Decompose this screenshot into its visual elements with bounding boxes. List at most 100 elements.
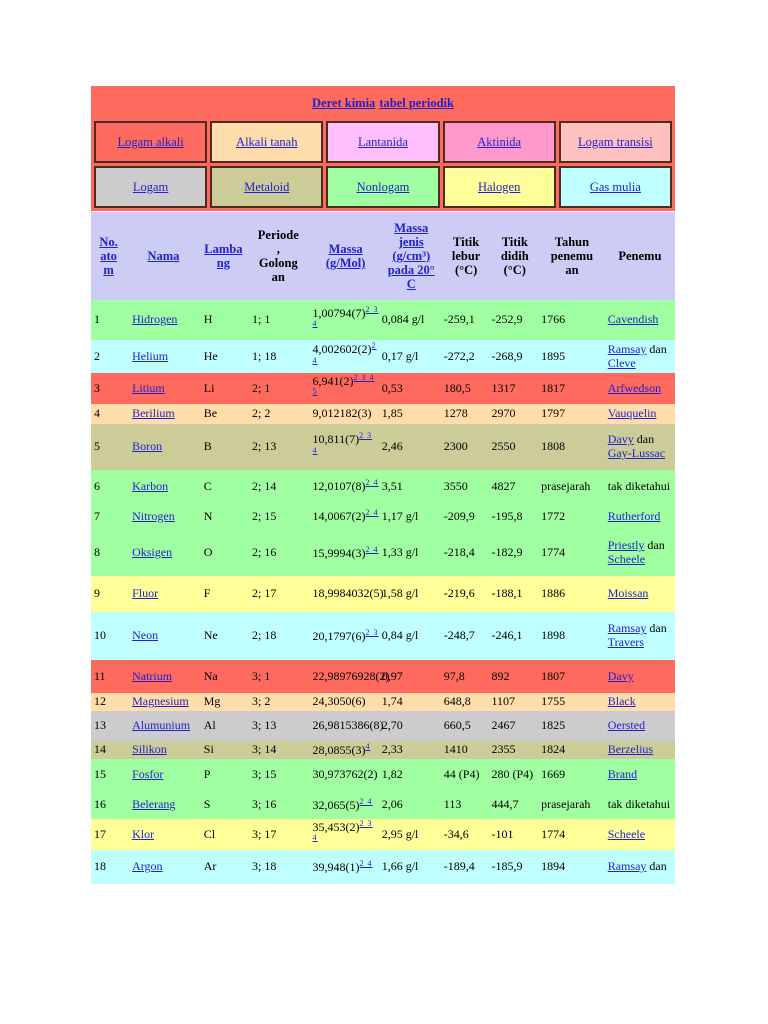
- column-header-line: C: [383, 277, 440, 291]
- legend-cell-logam[interactable]: Logam: [94, 166, 208, 208]
- reference-superscript[interactable]: 2 4: [360, 859, 373, 868]
- cell-massajenis: 1,85: [381, 406, 403, 421]
- cell-lambang: Cl: [203, 826, 216, 841]
- reference-superscript[interactable]: 2 4: [360, 797, 373, 806]
- legend-link-gas-mulia[interactable]: Gas mulia: [590, 180, 641, 194]
- title-link-tabel-periodik[interactable]: tabel periodik: [379, 96, 454, 110]
- column-header-link[interactable]: Nama: [147, 249, 179, 263]
- legend-link-lantanida[interactable]: Lantanida: [358, 135, 408, 149]
- reference-superscript[interactable]: 2 4: [366, 545, 379, 554]
- cell-massajenis: 2,46: [381, 439, 403, 454]
- discoverer-link[interactable]: Ramsay: [608, 859, 647, 873]
- discoverer-link[interactable]: Rutherford: [608, 509, 661, 523]
- discoverer-link[interactable]: Berzelius: [608, 742, 653, 756]
- legend-cell-logam-transisi[interactable]: Logam transisi: [558, 121, 672, 163]
- discoverer-link[interactable]: Ramsay: [608, 342, 647, 356]
- discoverer-link[interactable]: Travers: [608, 635, 644, 649]
- legend-link-nonlogam[interactable]: Nonlogam: [357, 180, 410, 194]
- atomic-mass-value: 6,941(2): [312, 374, 354, 388]
- legend-cell-metaloid[interactable]: Metaloid: [210, 166, 324, 208]
- table-row: 13 Alumunium Al 3; 13 26,9815386(8) 2,70 660,5…: [91, 710, 675, 741]
- discoverer-link[interactable]: Gay-Lussac: [608, 446, 665, 460]
- column-header-link[interactable]: (g/cm³): [392, 249, 430, 263]
- legend-link-aktinida[interactable]: Aktinida: [477, 135, 521, 149]
- element-name-link[interactable]: Argon: [132, 859, 162, 873]
- element-name-link[interactable]: Klor: [132, 827, 154, 841]
- discoverer-link[interactable]: Scheele: [608, 552, 645, 566]
- cell-penemu: Rutherford: [605, 503, 675, 530]
- element-name-link[interactable]: Karbon: [132, 479, 168, 493]
- element-name-link[interactable]: Fluor: [132, 586, 158, 600]
- atomic-mass-value: 28,0855(3): [312, 742, 366, 757]
- cell-nama: Nitrogen: [126, 503, 201, 530]
- column-header-link[interactable]: C: [407, 277, 416, 291]
- cell-no: 14: [94, 742, 106, 757]
- discoverer-link[interactable]: Black: [608, 694, 636, 708]
- discoverer-link[interactable]: Ramsay: [608, 621, 647, 635]
- reference-superscript[interactable]: 2 4: [366, 478, 379, 487]
- element-name-link[interactable]: Litium: [132, 381, 165, 395]
- element-name-link[interactable]: Fosfor: [132, 767, 163, 781]
- legend-cell-lantanida[interactable]: Lantanida: [326, 121, 440, 163]
- discoverer-link[interactable]: Davy: [608, 432, 634, 446]
- discoverer-link[interactable]: Arfwedson: [608, 381, 661, 395]
- legend-cell-aktinida[interactable]: Aktinida: [442, 121, 556, 163]
- column-header-link[interactable]: pada 20°: [388, 263, 435, 277]
- discoverer-link[interactable]: Cavendish: [608, 312, 659, 326]
- element-name-link[interactable]: Helium: [132, 349, 168, 363]
- cell-didih: -101: [491, 826, 514, 841]
- column-header-link[interactable]: ng: [217, 256, 230, 270]
- column-header-link[interactable]: (g/Mol): [326, 256, 366, 270]
- column-header-link[interactable]: No.: [99, 235, 117, 249]
- reference-superscript[interactable]: 2 3: [366, 628, 379, 637]
- column-header-link[interactable]: Massa: [329, 242, 363, 256]
- element-name-link[interactable]: Silikon: [132, 742, 167, 756]
- title-link-deret-kimia[interactable]: Deret kimia: [312, 96, 375, 110]
- discoverer-link[interactable]: Cleve: [608, 356, 636, 370]
- cell-lebur: -272,2: [443, 348, 475, 363]
- reference-superscript[interactable]: 2 4: [366, 508, 379, 517]
- cell-nama: Natrium: [126, 660, 201, 693]
- element-name-link[interactable]: Neon: [132, 628, 158, 642]
- element-name-link[interactable]: Natrium: [132, 669, 172, 683]
- element-name-link[interactable]: Nitrogen: [132, 509, 175, 523]
- reference-superscript[interactable]: 4: [366, 742, 371, 751]
- table-row: 3 Litium Li 2; 1 6,941(2)2 3 4 5 0,53 180,5 131…: [91, 373, 675, 404]
- cell-massa: 14,0067(2)2 4: [311, 503, 381, 530]
- cell-penemu: Berzelius: [605, 741, 675, 759]
- discoverer-link[interactable]: Brand: [608, 767, 637, 781]
- discoverer-link[interactable]: Scheele: [608, 827, 645, 841]
- column-header-link[interactable]: Massa: [394, 221, 428, 235]
- legend-link-halogen[interactable]: Halogen: [478, 180, 520, 194]
- discoverer-link[interactable]: Oersted: [608, 718, 645, 732]
- element-name-link[interactable]: Oksigen: [132, 545, 172, 559]
- cell-lebur: -219,6: [443, 586, 475, 601]
- column-header-link[interactable]: ato: [100, 249, 117, 263]
- legend-link-logam-alkali[interactable]: Logam alkali: [117, 135, 183, 149]
- legend-cell-alkali-tanah[interactable]: Alkali tanah: [210, 121, 324, 163]
- column-header-link[interactable]: jenis: [399, 235, 424, 249]
- legend-link-logam[interactable]: Logam: [133, 180, 168, 194]
- legend-cell-gas-mulia[interactable]: Gas mulia: [558, 166, 672, 208]
- cell-penemu: Black: [605, 693, 675, 711]
- cell-periode: 1; 1: [252, 312, 271, 327]
- legend-link-metaloid[interactable]: Metaloid: [244, 180, 289, 194]
- element-name-link[interactable]: Boron: [132, 439, 162, 453]
- legend-link-alkali-tanah[interactable]: Alkali tanah: [236, 135, 297, 149]
- discoverer-link[interactable]: Vauquelin: [608, 406, 657, 420]
- legend-link-logam-transisi[interactable]: Logam transisi: [578, 135, 653, 149]
- legend-cell-nonlogam[interactable]: Nonlogam: [326, 166, 440, 208]
- element-name-link[interactable]: Berilium: [132, 406, 175, 420]
- element-name-link[interactable]: Alumunium: [132, 718, 190, 732]
- column-header-link[interactable]: m: [103, 263, 113, 277]
- discoverer-link[interactable]: Davy: [608, 669, 634, 683]
- legend-cell-logam-alkali[interactable]: Logam alkali: [94, 121, 208, 163]
- element-name-link[interactable]: Belerang: [132, 797, 175, 811]
- cell-tahun: 1797: [541, 406, 566, 421]
- column-header-link[interactable]: Lamba: [204, 242, 242, 256]
- legend-cell-halogen[interactable]: Halogen: [442, 166, 556, 208]
- element-name-link[interactable]: Magnesium: [132, 694, 189, 708]
- discoverer-link[interactable]: Moissan: [608, 586, 649, 600]
- element-name-link[interactable]: Hidrogen: [132, 312, 177, 326]
- discoverer-link[interactable]: Priestly: [608, 538, 645, 552]
